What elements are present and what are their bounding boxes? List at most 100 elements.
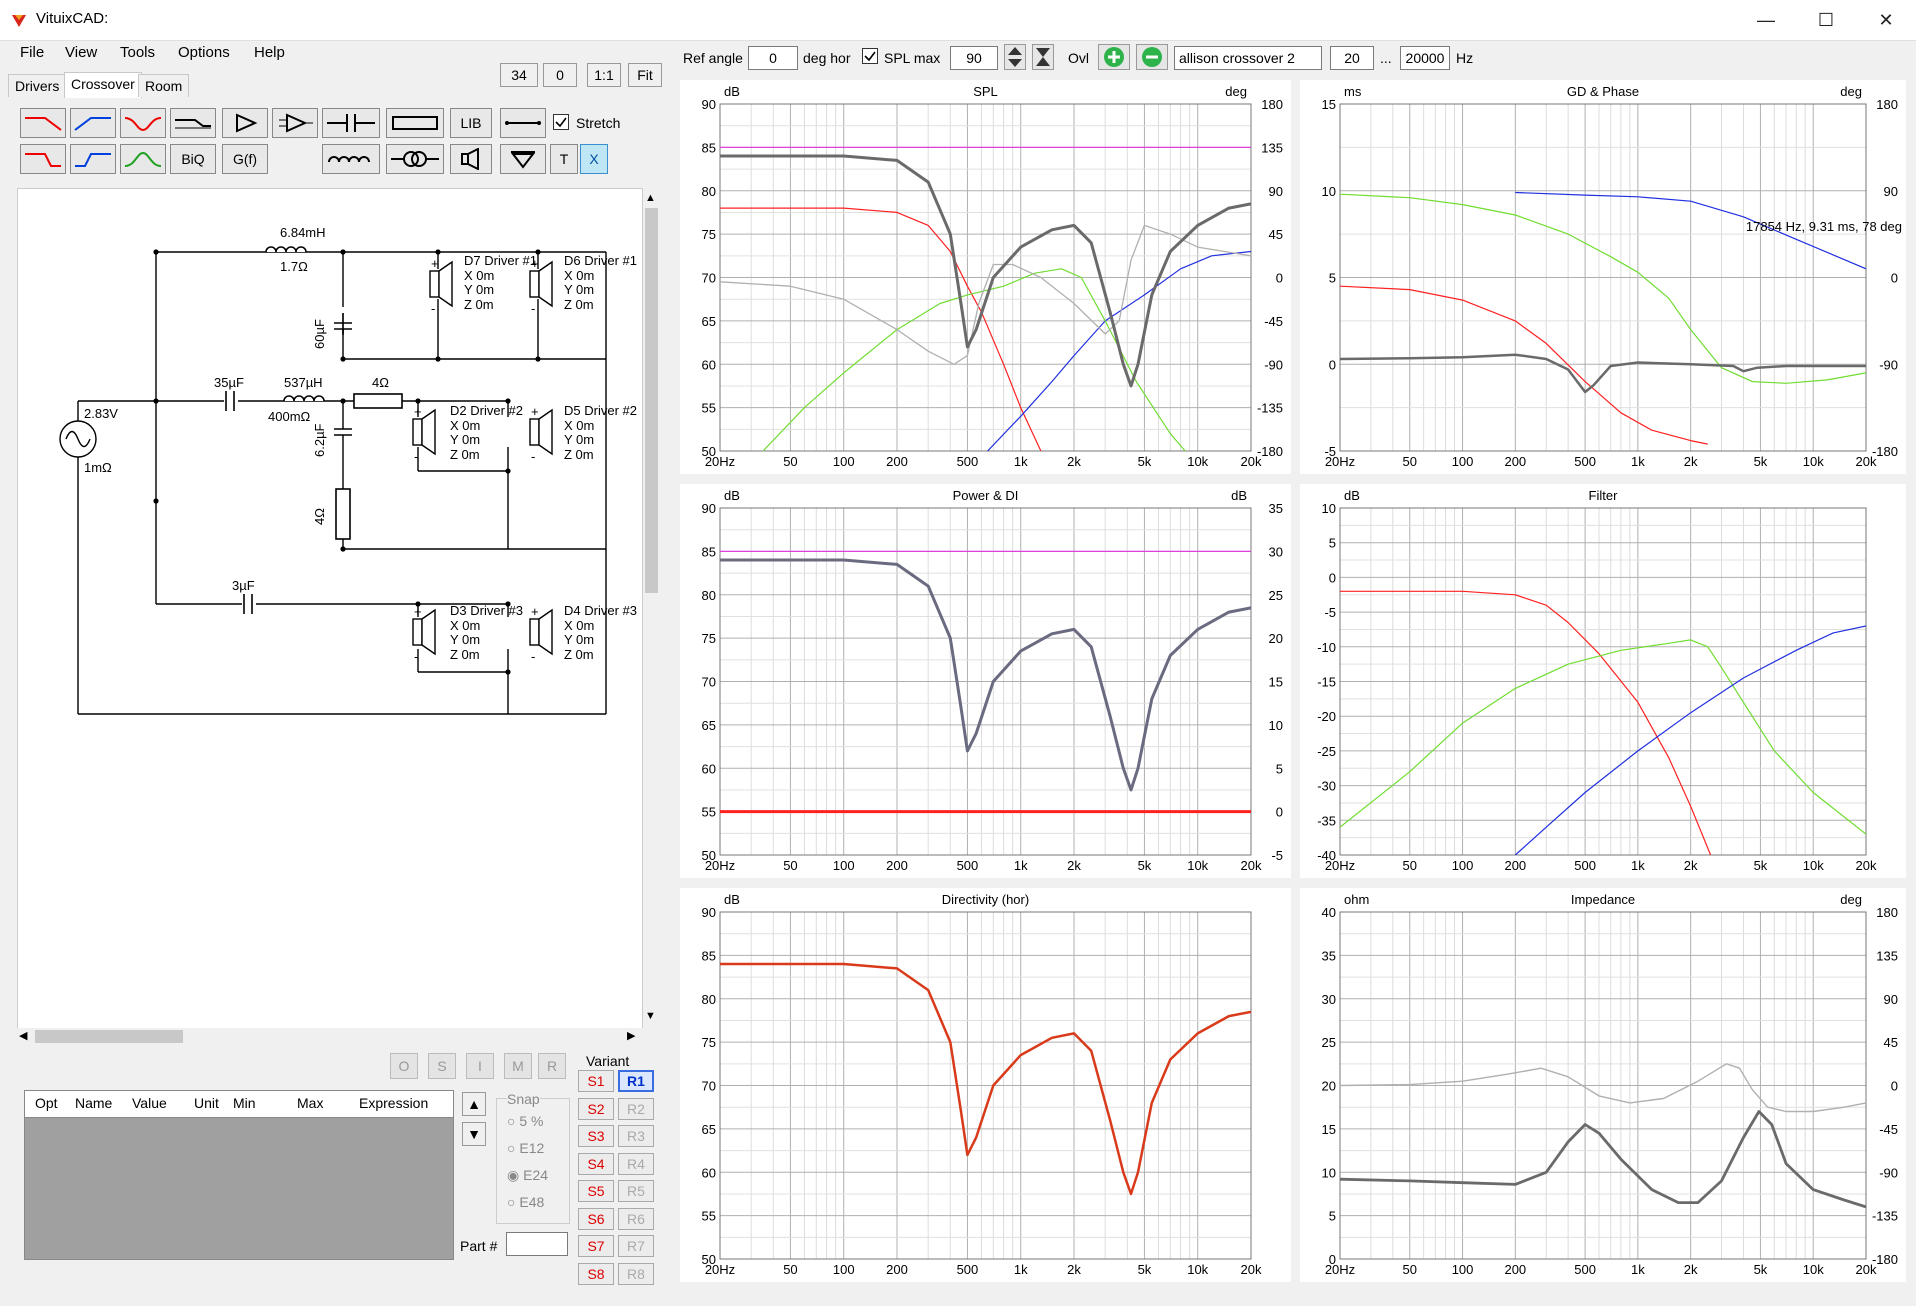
snap-5pct-option[interactable]: ○ 5 % [507,1113,543,1129]
maximize-button[interactable]: ☐ [1796,0,1856,40]
remove-overlay-button[interactable] [1136,44,1168,70]
ref-angle-input[interactable] [748,46,798,70]
buffer-button[interactable] [222,108,268,138]
library-button[interactable]: LIB [450,108,492,138]
variant-r6-button[interactable]: R6 [618,1207,654,1230]
gd-phase-chart[interactable]: GD & Phasems deg151050-5180900-90-18020Hz… [1300,80,1906,474]
scroll-left-icon[interactable]: ◀ [19,1029,27,1042]
schematic-hscrollbar[interactable]: ◀ ▶ [17,1028,643,1045]
biquad-button[interactable]: BiQ [170,144,216,174]
one-to-one-button[interactable]: 1:1 [587,63,621,87]
gd-phase-chart-panel[interactable]: GD & Phase ms deg 15 10 5 0 -5 180 90 0 -90 -180 20Hz… [1300,80,1906,474]
variant-r3-button[interactable]: R3 [618,1125,654,1147]
power-di-chart[interactable]: Power & DIdB dB90858075706560555035302520… [680,484,1291,878]
snap-e12-option[interactable]: ○ E12 [507,1140,544,1156]
variant-r8-button[interactable]: R8 [618,1262,654,1285]
menu-view[interactable]: View [65,44,97,61]
variant-r2-button[interactable]: R2 [618,1097,654,1120]
highpass-blue-2-button[interactable] [70,144,116,174]
hourglass-button[interactable] [1032,44,1054,70]
freq-max-input[interactable] [1400,46,1450,70]
t-button[interactable]: T [550,144,578,174]
x-button[interactable]: X [580,144,608,174]
spl-max-input[interactable] [950,46,998,70]
filter-chart[interactable]: FilterdB1050-5-10-15-20-25-30-35-4020Hz 5… [1300,484,1906,878]
power-di-chart-panel[interactable]: Power & DI dB dB 90 85 80 75 70 65 60 55 50 35 30 25 20… [680,484,1291,878]
parameter-grid[interactable]: Opt Name Value Unit Min Max Expression [24,1090,454,1260]
capacitor-button[interactable] [322,108,380,138]
part-input[interactable] [506,1232,568,1256]
scroll-right-icon[interactable]: ▶ [627,1029,635,1042]
impedance-chart-panel[interactable]: Impedance ohm deg 40 35 30 25 20 15 10 5 0 180 135 90 4… [1300,888,1906,1282]
snap-e24-option[interactable]: ◉ E24 [507,1167,548,1184]
gf-button[interactable]: G(f) [222,144,268,174]
driver-d5[interactable]: + - D5 Driver #2X 0mY 0mZ 0m [529,403,637,464]
directivity-chart[interactable]: Directivity (hor) dB 90 85 80 75 70 65 60 55 50 20H… [680,888,1291,1282]
tab-crossover[interactable]: Crossover [64,72,142,98]
m-button[interactable]: M [504,1053,532,1079]
filter-chart-panel[interactable]: Filter dB 10 5 0 -5 -10 -15 -20 -25 -30 -35 -40 20Hz 5… [1300,484,1906,878]
driver-d7[interactable]: + - D7 Driver #1X 0mY 0mZ 0m [429,253,537,316]
schematic-canvas[interactable]: 2.83V 1mΩ 6.84mH 1.7Ω 60µF 35µF 537µH 40… [17,188,643,1030]
variant-s4-button[interactable]: S4 [578,1152,614,1175]
resistor-r2-icon[interactable] [335,488,351,540]
variant-s2-button[interactable]: S2 [578,1097,614,1120]
variant-s8-button[interactable]: S8 [578,1262,614,1285]
r-button[interactable]: R [538,1053,566,1079]
resistor-button[interactable] [386,108,444,138]
col-expression[interactable]: Expression [359,1095,428,1111]
col-name[interactable]: Name [75,1095,112,1111]
sensitivity-button[interactable]: S [428,1053,456,1079]
driver-d6[interactable]: + - D6 Driver #1X 0mY 0mZ 0m [529,253,637,316]
directivity-chart-panel[interactable]: Directivity (hor) dB 90 85 80 75 70 65 60 55 50 20H… [680,888,1291,1282]
scroll-up-icon[interactable]: ▲ [645,192,656,204]
driver-d4[interactable]: + - D4 Driver #3X 0mY 0mZ 0m [529,603,637,664]
spl-chart-panel[interactable]: SPL dB deg 90 85 80 75 70 65 60 55 50 180 135 90 45 0 -45… [680,80,1291,474]
driver-d3[interactable]: + - D3 Driver #3X 0mY 0mZ 0m [412,603,523,664]
inductor-l1-icon[interactable] [265,246,307,253]
variant-r5-button[interactable]: R5 [618,1180,654,1202]
variant-r1-button[interactable]: R1 [618,1070,654,1092]
tab-drivers[interactable]: Drivers [8,74,67,97]
variant-r4-button[interactable]: R4 [618,1152,654,1175]
menu-help[interactable]: Help [254,44,285,61]
col-min[interactable]: Min [233,1095,256,1111]
hscroll-thumb[interactable] [35,1030,183,1043]
opamp-button[interactable] [272,108,318,138]
menu-tools[interactable]: Tools [120,44,155,61]
col-unit[interactable]: Unit [194,1095,219,1111]
menu-options[interactable]: Options [178,44,230,61]
impedance-chart[interactable]: Impedanceohm deg4035302520151050180135904… [1300,888,1906,1282]
schematic-vscrollbar[interactable]: ▲ ▼ [643,188,660,1028]
snap-e48-option[interactable]: ○ E48 [507,1194,544,1210]
variant-s6-button[interactable]: S6 [578,1207,614,1230]
overlay-name-input[interactable] [1174,46,1322,70]
shelf-button[interactable] [170,108,216,138]
add-overlay-button[interactable] [1098,44,1130,70]
offset-value-box[interactable]: 0 [543,63,577,87]
zoom-value-box[interactable]: 34 [500,63,538,87]
variant-s3-button[interactable]: S3 [578,1125,614,1147]
driver-d2[interactable]: + - D2 Driver #2X 0mY 0mZ 0m [412,403,523,464]
minimize-button[interactable]: — [1736,0,1796,40]
move-down-button[interactable]: ▼ [462,1122,486,1146]
transformer-button[interactable] [386,144,444,174]
highpass-blue-button[interactable] [70,108,116,138]
inductor-button[interactable] [322,144,380,174]
vscroll-thumb[interactable] [645,208,658,593]
notch-red-button[interactable] [120,108,166,138]
close-button[interactable]: ✕ [1856,0,1916,40]
variant-r7-button[interactable]: R7 [618,1235,654,1257]
tab-room[interactable]: Room [138,74,190,97]
col-opt[interactable]: Opt [35,1095,58,1111]
freq-min-input[interactable] [1330,46,1374,70]
spl-chart[interactable]: SPL dB deg 90 85 80 75 70 65 60 55 50 180 135 90 45 0 -45… [680,80,1291,474]
fit-button[interactable]: Fit [628,63,662,87]
spl-max-checkbox[interactable] [862,48,878,64]
lowpass-red-button[interactable] [20,108,66,138]
bandpass-green-button[interactable] [120,144,166,174]
variant-s5-button[interactable]: S5 [578,1180,614,1202]
ground-button[interactable] [500,144,546,174]
variant-s1-button[interactable]: S1 [578,1070,614,1092]
variant-s7-button[interactable]: S7 [578,1235,614,1257]
